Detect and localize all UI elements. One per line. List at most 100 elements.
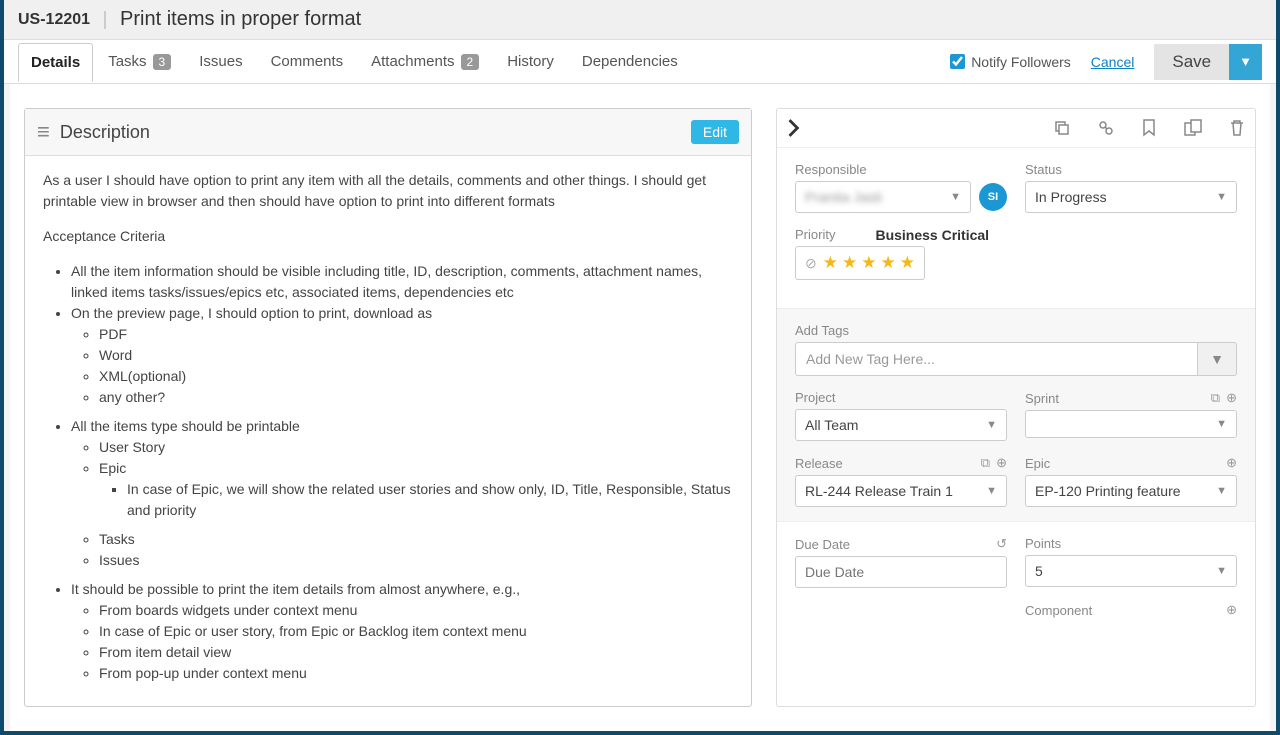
- release-label: Release: [795, 456, 843, 471]
- avatar[interactable]: SI: [979, 183, 1007, 211]
- sprint-label: Sprint: [1025, 391, 1059, 406]
- edit-button[interactable]: Edit: [691, 120, 739, 144]
- acceptance-criteria-heading: Acceptance Criteria: [43, 226, 733, 247]
- chevron-down-icon: ▼: [1216, 191, 1227, 203]
- item-title: Print items in proper format: [120, 8, 361, 31]
- notify-label: Notify Followers: [971, 54, 1071, 70]
- tab-issues[interactable]: Issues: [186, 42, 255, 81]
- points-select[interactable]: 5 ▼: [1025, 555, 1237, 587]
- list-item: In case of Epic, we will show the relate…: [127, 479, 733, 521]
- clear-priority-icon[interactable]: ⊘: [805, 255, 817, 272]
- epic-value: EP-120 Printing feature: [1035, 483, 1181, 499]
- chevron-down-icon: ▼: [950, 191, 961, 203]
- list-item: Word: [99, 345, 733, 366]
- project-select[interactable]: All Team ▼: [795, 409, 1007, 441]
- chevron-down-icon: ▼: [986, 419, 997, 431]
- tab-dependencies[interactable]: Dependencies: [569, 42, 691, 81]
- status-select[interactable]: In Progress ▼: [1025, 181, 1237, 213]
- points-label: Points: [1025, 536, 1237, 551]
- bookmark-icon[interactable]: [1141, 119, 1157, 137]
- copy-icon[interactable]: ⧉: [981, 455, 990, 471]
- plus-icon[interactable]: ⊕: [1226, 455, 1237, 471]
- description-drag-icon: [37, 119, 50, 145]
- description-intro: As a user I should have option to print …: [43, 170, 733, 212]
- tab-comments[interactable]: Comments: [258, 42, 357, 81]
- star-icon[interactable]: ★: [880, 253, 895, 273]
- tag-dropdown[interactable]: ▼: [1197, 342, 1237, 376]
- sprint-select[interactable]: ▼: [1025, 410, 1237, 438]
- description-body: As a user I should have option to print …: [25, 156, 751, 706]
- copy-icon[interactable]: ⧉: [1211, 390, 1220, 406]
- due-date-label: Due Date: [795, 537, 850, 552]
- list-item: All the item information should be visib…: [71, 261, 733, 303]
- copy-icon[interactable]: [1053, 119, 1071, 137]
- project-label: Project: [795, 390, 1007, 405]
- component-label: Component: [1025, 603, 1092, 618]
- release-value: RL-244 Release Train 1: [805, 483, 953, 499]
- list-item: It should be possible to print the item …: [71, 581, 520, 597]
- chevron-right-icon[interactable]: [787, 119, 801, 137]
- star-icon[interactable]: ★: [861, 253, 876, 273]
- list-item: PDF: [99, 324, 733, 345]
- status-value: In Progress: [1035, 189, 1107, 205]
- trash-icon[interactable]: [1229, 119, 1245, 137]
- chevron-down-icon: ▼: [986, 485, 997, 497]
- release-select[interactable]: RL-244 Release Train 1 ▼: [795, 475, 1007, 507]
- points-value: 5: [1035, 563, 1043, 579]
- priority-stars[interactable]: ⊘ ★ ★ ★ ★ ★: [795, 246, 925, 280]
- link-icon[interactable]: [1097, 119, 1115, 137]
- list-item: On the preview page, I should option to …: [71, 305, 432, 321]
- star-icon[interactable]: ★: [842, 253, 857, 273]
- tab-tasks[interactable]: Tasks 3: [95, 42, 184, 81]
- star-icon[interactable]: ★: [823, 253, 838, 273]
- tasks-count-badge: 3: [153, 54, 172, 70]
- tag-input[interactable]: Add New Tag Here...: [795, 342, 1197, 376]
- description-panel: Description Edit As a user I should have…: [24, 108, 752, 707]
- list-item: From pop-up under context menu: [99, 663, 733, 684]
- list-item: Tasks: [99, 529, 733, 550]
- tab-details[interactable]: Details: [18, 43, 93, 82]
- description-title: Description: [60, 122, 150, 143]
- responsible-select[interactable]: Pranita Jasti ▼: [795, 181, 971, 213]
- duplicate-icon[interactable]: [1183, 119, 1203, 137]
- plus-icon[interactable]: ⊕: [996, 455, 1007, 471]
- star-icon[interactable]: ★: [900, 253, 915, 273]
- header: US-12201 Print items in proper format: [4, 0, 1276, 40]
- epic-label: Epic: [1025, 456, 1050, 471]
- list-item: Epic: [99, 460, 126, 476]
- list-item: From boards widgets under context menu: [99, 600, 733, 621]
- list-item: From item detail view: [99, 642, 733, 663]
- plus-icon[interactable]: ⊕: [1226, 602, 1237, 618]
- project-value: All Team: [805, 417, 858, 433]
- reset-icon[interactable]: ↺: [996, 536, 1007, 552]
- notify-checkbox[interactable]: [950, 54, 965, 69]
- list-item: XML(optional): [99, 366, 733, 387]
- responsible-value: Pranita Jasti: [805, 189, 882, 205]
- add-tags-label: Add Tags: [795, 323, 1237, 338]
- tab-tasks-label: Tasks: [108, 53, 146, 70]
- tab-attachments-label: Attachments: [371, 53, 454, 70]
- cancel-link[interactable]: Cancel: [1091, 54, 1135, 70]
- list-item: All the items type should be printable: [71, 418, 300, 434]
- chevron-down-icon: ▼: [1216, 565, 1227, 577]
- responsible-label: Responsible: [795, 162, 1007, 177]
- attachments-count-badge: 2: [461, 54, 480, 70]
- tab-attachments[interactable]: Attachments 2: [358, 42, 492, 81]
- list-item: Issues: [99, 550, 733, 571]
- epic-select[interactable]: EP-120 Printing feature ▼: [1025, 475, 1237, 507]
- priority-label: Priority: [795, 227, 835, 242]
- plus-icon[interactable]: ⊕: [1226, 390, 1237, 406]
- save-button[interactable]: Save: [1154, 44, 1229, 80]
- due-date-input[interactable]: [795, 556, 1007, 588]
- list-item: User Story: [99, 437, 733, 458]
- chevron-down-icon: ▼: [1216, 485, 1227, 497]
- item-id: US-12201: [18, 11, 106, 29]
- business-critical-label: Business Critical: [875, 227, 989, 243]
- list-item: In case of Epic or user story, from Epic…: [99, 621, 733, 642]
- tab-history[interactable]: History: [494, 42, 567, 81]
- tab-bar: Details Tasks 3 Issues Comments Attachme…: [4, 40, 1276, 84]
- list-item: any other?: [99, 387, 733, 408]
- properties-panel: Responsible Pranita Jasti ▼ SI Status: [776, 108, 1256, 707]
- save-dropdown[interactable]: ▼: [1229, 44, 1262, 80]
- notify-followers[interactable]: Notify Followers: [950, 54, 1071, 70]
